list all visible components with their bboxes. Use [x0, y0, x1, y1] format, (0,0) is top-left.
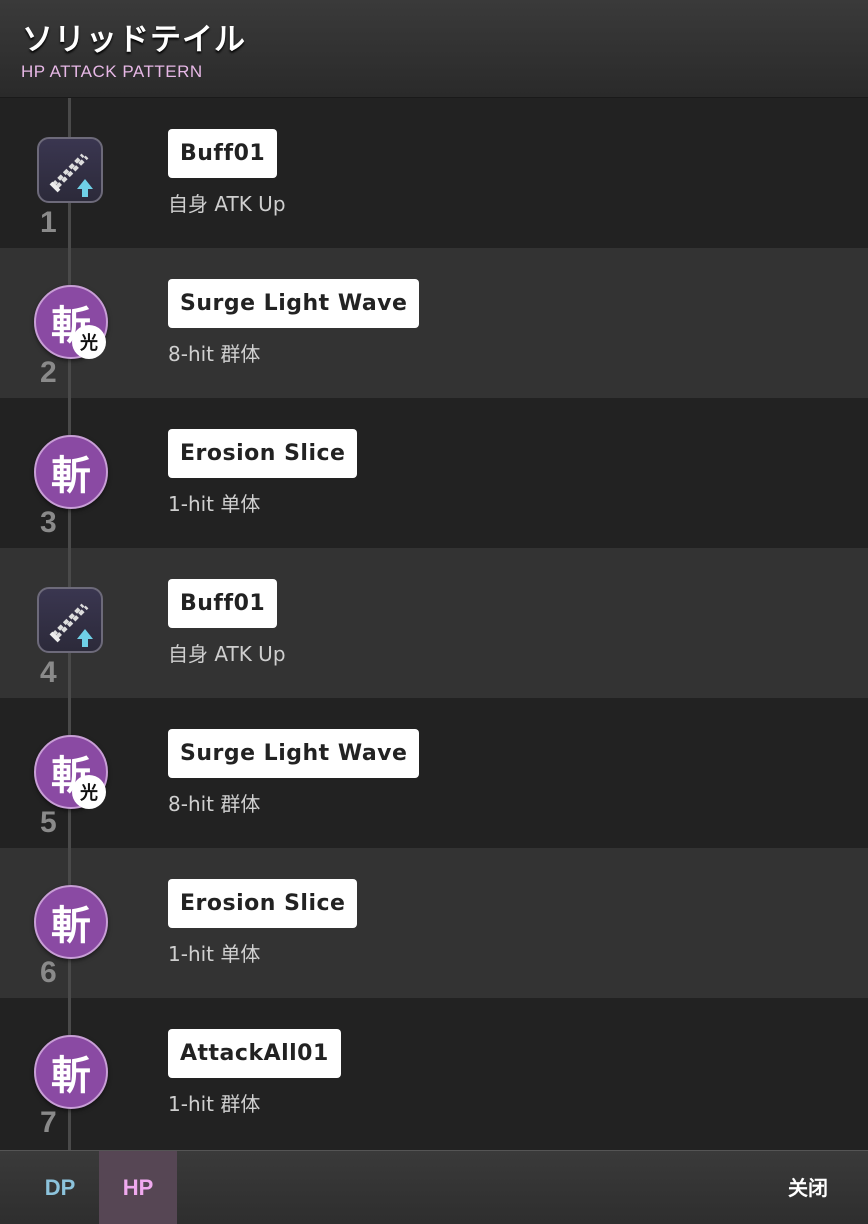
- skill-name-label: Buff01: [168, 129, 278, 178]
- skill-description: 8-hit 群体: [168, 342, 261, 366]
- list-item[interactable]: 斬 6 Erosion Slice 1-hit 单体: [0, 848, 868, 998]
- slash-light-icon: 斬 光: [34, 285, 108, 359]
- move-number: 1: [40, 206, 57, 239]
- page-subtitle: HP ATTACK PATTERN: [21, 62, 203, 81]
- move-number: 4: [40, 656, 57, 689]
- skill-description: 1-hit 单体: [168, 942, 261, 966]
- atk-up-buff-icon: [34, 585, 108, 659]
- move-number: 7: [40, 1106, 57, 1139]
- skill-description: 8-hit 群体: [168, 792, 261, 816]
- list-item[interactable]: 4 Buff01 自身 ATK Up: [0, 548, 868, 698]
- move-number: 5: [40, 806, 57, 839]
- list-item[interactable]: 斬 7 AttackAll01 1-hit 群体: [0, 998, 868, 1148]
- skill-name-label: Erosion Slice: [168, 879, 358, 928]
- move-number: 2: [40, 356, 57, 389]
- attack-pattern-list: 1 Buff01 自身 ATK Up 斬 光 2 Surge Light Wav…: [0, 98, 868, 1150]
- header: ソリッドテイル HP ATTACK PATTERN: [0, 0, 868, 98]
- slash-light-icon: 斬 光: [34, 735, 108, 809]
- move-number: 3: [40, 506, 57, 539]
- skill-name-label: Buff01: [168, 579, 278, 628]
- list-item[interactable]: 斬 光 5 Surge Light Wave 8-hit 群体: [0, 698, 868, 848]
- skill-description: 1-hit 群体: [168, 1092, 261, 1116]
- skill-description: 1-hit 单体: [168, 492, 261, 516]
- list-item[interactable]: 斬 光 2 Surge Light Wave 8-hit 群体: [0, 248, 868, 398]
- skill-description: 自身 ATK Up: [168, 642, 286, 666]
- skill-name-label: Surge Light Wave: [168, 729, 420, 778]
- move-number: 6: [40, 956, 57, 989]
- skill-description: 自身 ATK Up: [168, 192, 286, 216]
- footer-bar: DP HP 关闭: [0, 1150, 868, 1224]
- tab-hp[interactable]: HP: [99, 1151, 177, 1224]
- atk-up-buff-icon: [34, 135, 108, 209]
- skill-name-label: AttackAll01: [168, 1029, 341, 1078]
- slash-icon: 斬: [34, 435, 108, 509]
- close-button[interactable]: 关闭: [788, 1151, 828, 1224]
- skill-name-label: Erosion Slice: [168, 429, 358, 478]
- slash-icon: 斬: [34, 1035, 108, 1109]
- skill-name-label: Surge Light Wave: [168, 279, 420, 328]
- page-title: ソリッドテイル: [22, 22, 246, 58]
- tab-dp[interactable]: DP: [21, 1151, 99, 1224]
- slash-icon: 斬: [34, 885, 108, 959]
- list-item[interactable]: 1 Buff01 自身 ATK Up: [0, 98, 868, 248]
- light-element-badge: 光: [72, 325, 106, 359]
- light-element-badge: 光: [72, 775, 106, 809]
- list-item[interactable]: 斬 3 Erosion Slice 1-hit 单体: [0, 398, 868, 548]
